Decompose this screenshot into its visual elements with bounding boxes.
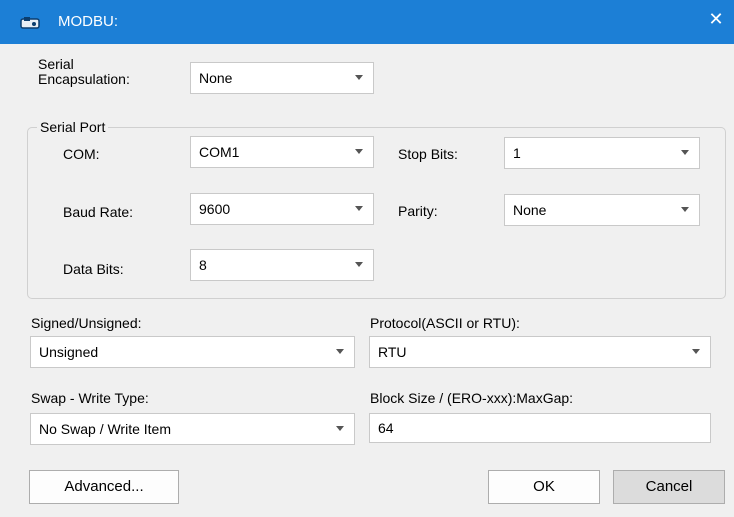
block-size-input[interactable]: 64 [369,413,711,443]
app-icon [20,17,40,29]
parity-value: None [513,202,547,218]
parity-select[interactable]: None [504,194,700,226]
stop-bits-select[interactable]: 1 [504,137,700,169]
serial-encapsulation-value: None [199,70,233,86]
com-value: COM1 [199,144,240,160]
data-bits-value: 8 [199,257,207,273]
chevron-down-icon [692,349,700,354]
baud-rate-value: 9600 [199,201,231,217]
signed-unsigned-select[interactable]: Unsigned [30,336,355,368]
chevron-down-icon [355,149,363,154]
stop-bits-label: Stop Bits: [398,146,458,162]
signed-unsigned-value: Unsigned [39,344,99,360]
com-select[interactable]: COM1 [190,136,374,168]
protocol-select[interactable]: RTU [369,336,711,368]
cancel-button[interactable]: Cancel [613,470,725,504]
advanced-button[interactable]: Advanced... [29,470,179,504]
title-bar: MODBU: ✕ [0,0,734,44]
ok-button[interactable]: OK [488,470,600,504]
parity-label: Parity: [398,203,438,219]
chevron-down-icon [355,206,363,211]
block-size-label: Block Size / (ERO-xxx):MaxGap: [370,390,574,406]
chevron-down-icon [336,349,344,354]
protocol-label: Protocol(ASCII or RTU): [370,315,520,331]
chevron-down-icon [355,262,363,267]
protocol-value: RTU [378,344,407,360]
data-bits-select[interactable]: 8 [190,249,374,281]
chevron-down-icon [681,207,689,212]
chevron-down-icon [355,75,363,80]
chevron-down-icon [681,150,689,155]
swap-write-type-value: No Swap / Write Item [39,421,172,437]
serial-encapsulation-label: Serial Encapsulation: [38,56,130,87]
data-bits-label: Data Bits: [63,261,124,277]
serial-encapsulation-select[interactable]: None [190,62,374,94]
serial-port-group-label: Serial Port [37,119,109,135]
block-size-value: 64 [378,420,394,436]
com-label: COM: [63,146,100,162]
swap-write-type-select[interactable]: No Swap / Write Item [30,413,355,445]
baud-rate-label: Baud Rate: [63,204,134,220]
chevron-down-icon [336,426,344,431]
signed-unsigned-label: Signed/Unsigned: [31,315,142,331]
close-icon[interactable]: ✕ [706,9,726,29]
stop-bits-value: 1 [513,145,521,161]
swap-write-type-label: Swap - Write Type: [31,390,149,406]
baud-rate-select[interactable]: 9600 [190,193,374,225]
window-title: MODBU: [58,13,118,30]
